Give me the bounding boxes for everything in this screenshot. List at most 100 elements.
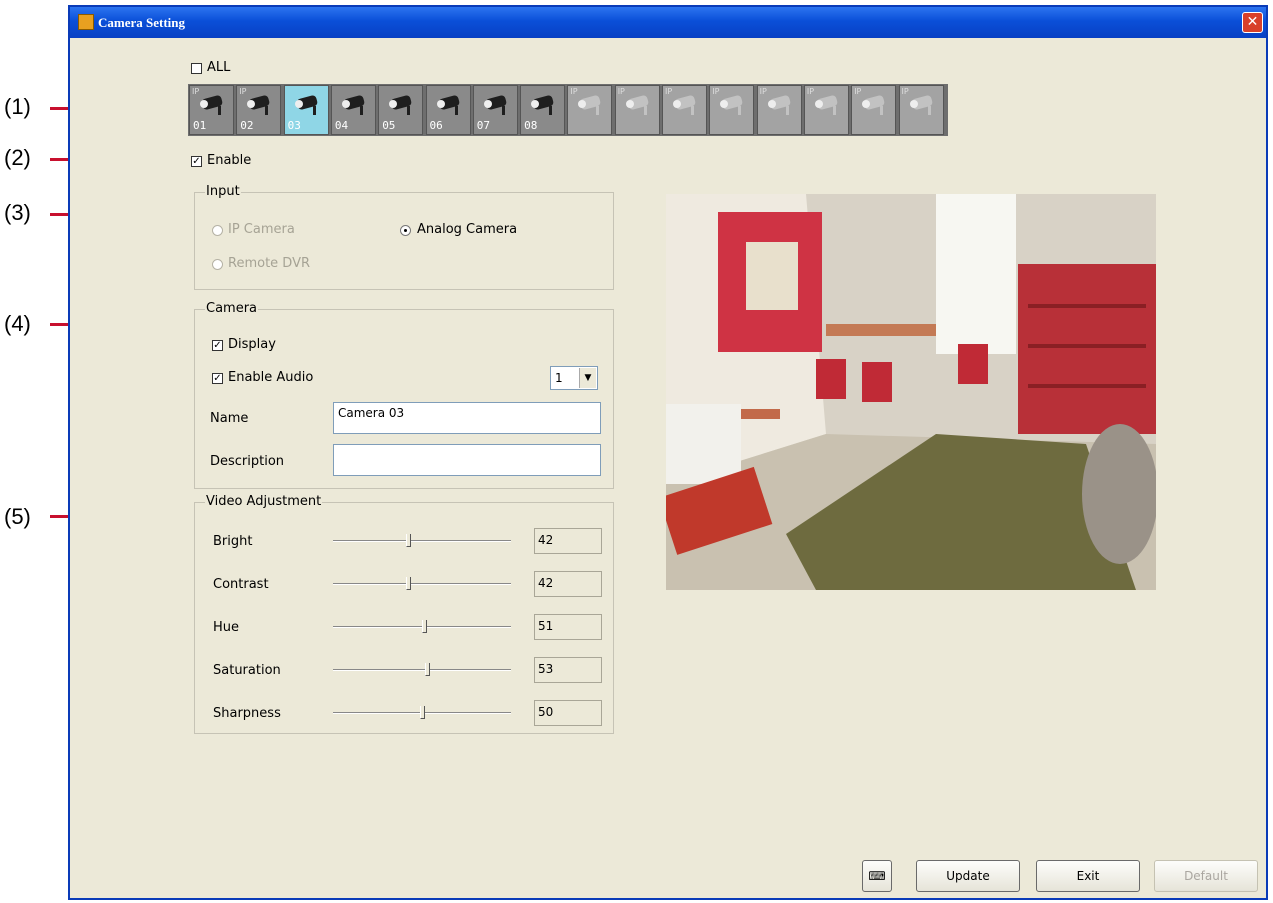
keyboard-button[interactable]: ⌨	[862, 860, 892, 892]
analog-camera-radio[interactable]	[400, 225, 411, 236]
chevron-down-icon[interactable]: ▼	[579, 368, 596, 388]
camera-icon	[720, 95, 743, 115]
camera-tile[interactable]: 08	[520, 85, 566, 135]
camera-tile[interactable]: 06	[425, 85, 471, 135]
input-group: Input IP Camera Analog Camera Remote DVR	[194, 184, 614, 290]
ip-camera-label: IP Camera	[228, 222, 295, 237]
camera-icon	[625, 95, 649, 115]
enable-audio-checkbox[interactable]: ✓	[212, 373, 223, 384]
audio-channel-select[interactable]: 1 ▼	[550, 366, 598, 390]
camera-tile[interactable]: 05	[378, 85, 424, 135]
camera-tile[interactable]: 03	[283, 85, 329, 135]
slider-thumb[interactable]	[425, 663, 431, 676]
camera-tile[interactable]: IP	[567, 85, 613, 135]
description-input[interactable]	[333, 444, 601, 476]
enable-checkbox[interactable]: ✓	[191, 156, 202, 167]
camera-channel-selector: IP 01 IP 02 03 04 05 06 07 08 IP IP IP IP IP IP IP IP	[188, 84, 948, 136]
app-icon	[78, 14, 94, 30]
input-group-title: Input	[205, 184, 241, 199]
tile-number: 02	[240, 119, 254, 132]
preview-image	[666, 194, 1156, 590]
camera-group-title: Camera	[205, 301, 259, 316]
camera-icon	[767, 95, 790, 115]
callout-3: (3)	[4, 200, 31, 225]
tile-number: 04	[334, 119, 349, 132]
camera-tile[interactable]: IP	[803, 85, 849, 135]
callout-5: (5)	[4, 504, 31, 529]
hue-label: Hue	[213, 620, 240, 635]
camera-icon	[294, 95, 317, 115]
enable-checkbox-label: Enable	[207, 153, 252, 168]
camera-tile[interactable]: IP 02	[236, 85, 282, 135]
tile-number: 08	[524, 119, 538, 132]
camera-setting-window: Camera Setting ✕ ALL IP 01 IP 02 03 04 05 06 07 0…	[68, 5, 1268, 900]
slider-track	[333, 540, 511, 542]
hue-value: 51	[534, 614, 602, 640]
hue-slider[interactable]	[333, 619, 511, 635]
ip-camera-radio[interactable]	[212, 225, 223, 236]
tile-number: 03	[287, 119, 301, 132]
camera-tile[interactable]: IP	[614, 85, 660, 135]
camera-tile[interactable]: IP	[709, 85, 755, 135]
saturation-label: Saturation	[213, 663, 281, 678]
camera-icon	[862, 95, 885, 115]
title-bar[interactable]: Camera Setting ✕	[70, 7, 1266, 38]
camera-tile[interactable]: 07	[472, 85, 518, 135]
camera-icon	[483, 95, 507, 115]
camera-icon	[909, 95, 932, 115]
camera-icon	[814, 95, 838, 115]
all-checkbox[interactable]	[191, 63, 202, 74]
window-title: Camera Setting	[98, 15, 186, 30]
slider-thumb[interactable]	[405, 534, 411, 547]
tile-number: 07	[476, 119, 491, 132]
all-checkbox-label: ALL	[207, 60, 231, 75]
callout-1: (1)	[4, 94, 31, 119]
description-label: Description	[210, 454, 285, 469]
camera-icon	[247, 95, 270, 115]
name-input[interactable]: Camera 03	[333, 402, 601, 434]
camera-tile[interactable]: IP 01	[189, 85, 234, 135]
camera-tile[interactable]: IP	[898, 85, 944, 135]
contrast-label: Contrast	[213, 577, 269, 592]
video-adjustment-group: Video Adjustment Bright 42 Contrast 42 Hue 51…	[194, 494, 614, 734]
contrast-value: 42	[534, 571, 602, 597]
slider-track	[333, 669, 511, 671]
slider-thumb[interactable]	[405, 577, 411, 590]
camera-tile[interactable]: IP	[851, 85, 897, 135]
camera-icon	[200, 95, 223, 115]
analog-camera-label: Analog Camera	[417, 222, 518, 237]
remote-dvr-radio[interactable]	[212, 259, 223, 270]
display-checkbox[interactable]: ✓	[212, 340, 223, 351]
tile-number: 06	[429, 119, 443, 132]
update-button[interactable]: Update	[916, 860, 1020, 892]
audio-channel-value: 1	[555, 371, 563, 385]
camera-tile[interactable]: IP	[756, 85, 802, 135]
camera-tile[interactable]: 04	[330, 85, 376, 135]
saturation-value: 53	[534, 657, 602, 683]
tile-number: 01	[193, 119, 207, 132]
callout-4: (4)	[4, 311, 31, 336]
bright-slider[interactable]	[333, 533, 511, 549]
bright-value: 42	[534, 528, 602, 554]
callout-2: (2)	[4, 145, 31, 170]
exit-button[interactable]: Exit	[1036, 860, 1140, 892]
camera-tile[interactable]: IP	[662, 85, 707, 135]
name-label: Name	[210, 411, 249, 426]
close-button[interactable]: ✕	[1242, 12, 1263, 33]
sharpness-slider[interactable]	[333, 705, 511, 721]
keyboard-icon: ⌨	[868, 869, 886, 883]
contrast-slider[interactable]	[333, 576, 511, 592]
video-adjustment-title: Video Adjustment	[205, 494, 323, 509]
camera-preview	[666, 194, 1156, 590]
camera-icon	[531, 95, 554, 115]
tile-number: 05	[382, 119, 396, 132]
camera-icon	[673, 95, 696, 115]
camera-icon	[389, 95, 412, 115]
saturation-slider[interactable]	[333, 662, 511, 678]
sharpness-label: Sharpness	[213, 706, 281, 721]
camera-icon	[436, 95, 459, 115]
slider-thumb[interactable]	[420, 706, 425, 719]
slider-thumb[interactable]	[421, 620, 427, 633]
remote-dvr-label: Remote DVR	[228, 256, 310, 271]
default-button[interactable]: Default	[1154, 860, 1258, 892]
